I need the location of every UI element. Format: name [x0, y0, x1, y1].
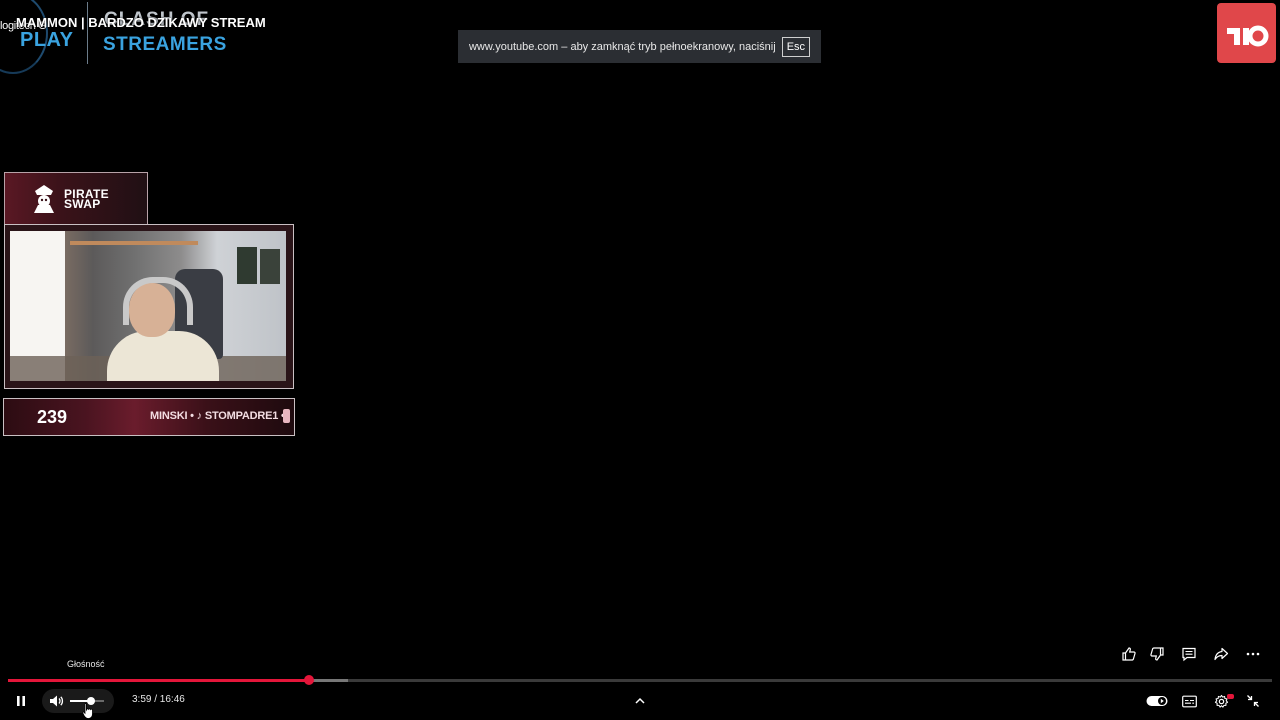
stream-ticker: 239 MINSKI • ♪ STOMPADRE1 • — [3, 398, 295, 436]
subtitles-button[interactable] — [1179, 690, 1199, 712]
channel-branding: logitech G PLAY CLASH OF STREAMERS — [0, 0, 270, 74]
mouse-cursor-icon — [82, 703, 93, 719]
ticker-text: MINSKI • ♪ STOMPADRE1 • — [150, 410, 285, 422]
extension-logo-icon[interactable] — [1217, 3, 1276, 63]
webcam-frame — [4, 224, 294, 389]
autoplay-toggle[interactable] — [1144, 690, 1170, 712]
like-button[interactable] — [1118, 644, 1140, 664]
chevron-up-icon — [635, 697, 645, 704]
streamers-text: STREAMERS — [103, 34, 227, 55]
video-stage[interactable]: logitech G PLAY CLASH OF STREAMERS MAMMO… — [0, 0, 1280, 720]
progress-scrubber[interactable] — [303, 675, 314, 685]
volume-tooltip: Głośność — [67, 659, 105, 669]
comments-icon — [1182, 647, 1196, 662]
fullscreen-notice: www.youtube.com – aby zamknąć tryb pełno… — [458, 30, 821, 63]
viewer-count: 239 — [37, 407, 68, 427]
mute-button[interactable] — [45, 690, 67, 712]
esc-key-hint: Esc — [781, 36, 811, 57]
volume-slider[interactable] — [70, 697, 104, 705]
ticker-end-marker — [283, 409, 290, 423]
dislike-icon — [1150, 647, 1164, 661]
time-display: 3:59 / 16:46 — [132, 694, 185, 705]
play-logo-text: PLAY — [20, 29, 74, 51]
autoplay-toggle-icon — [1146, 696, 1168, 706]
sponsor-name: PIRATE SWAP — [64, 188, 109, 210]
fullscreen-notice-text: www.youtube.com – aby zamknąć tryb pełno… — [468, 40, 776, 53]
more-icon — [1246, 652, 1260, 656]
comments-button[interactable] — [1178, 644, 1200, 664]
video-title[interactable]: MAMMON | BARDZO DZIKAWY STREAM — [16, 15, 266, 30]
share-button[interactable] — [1210, 644, 1232, 664]
expand-chapters-button[interactable] — [630, 691, 650, 711]
progress-played — [8, 679, 309, 682]
sponsor-banner: PIRATE SWAP — [4, 172, 148, 225]
pause-icon — [17, 696, 25, 706]
volume-icon — [50, 695, 64, 707]
exit-fullscreen-icon — [1247, 695, 1259, 707]
like-icon — [1122, 647, 1136, 661]
progress-bar[interactable] — [8, 675, 1272, 685]
pause-button[interactable] — [10, 690, 32, 712]
more-button[interactable] — [1242, 644, 1264, 664]
subtitles-icon — [1181, 695, 1197, 707]
pirate-emblem-icon — [34, 185, 54, 213]
hd-badge — [1227, 694, 1234, 699]
share-icon — [1214, 647, 1229, 661]
dislike-button[interactable] — [1146, 644, 1168, 664]
exit-fullscreen-button[interactable] — [1243, 690, 1263, 712]
brand-divider — [87, 2, 88, 64]
webcam-feed — [10, 231, 286, 381]
